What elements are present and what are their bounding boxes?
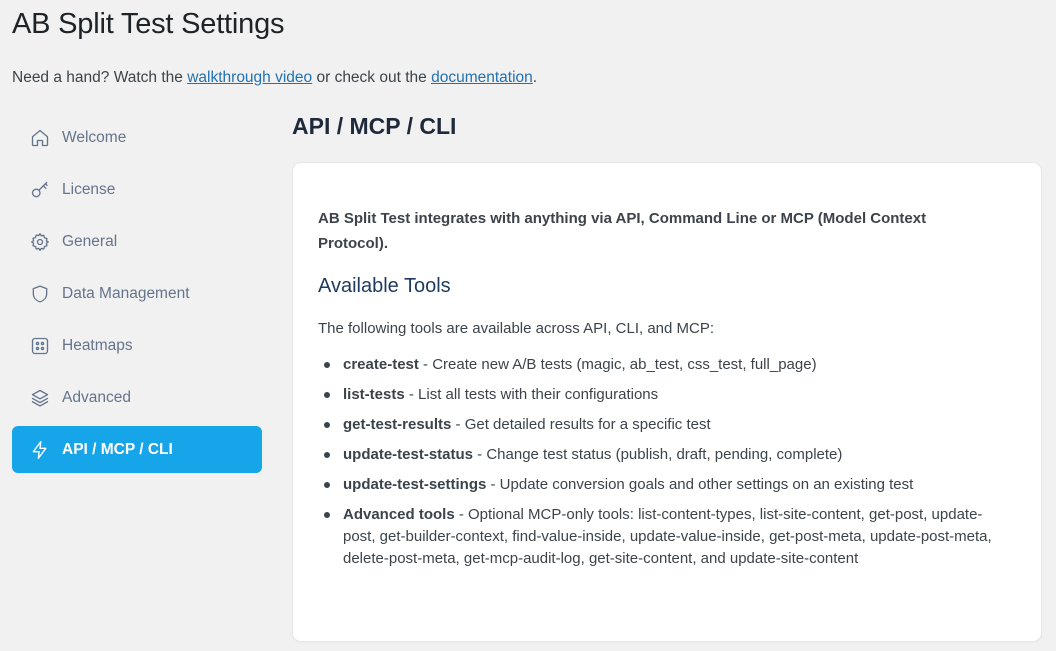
sidebar-item-license[interactable]: License	[12, 166, 262, 213]
tool-name: list-tests	[343, 386, 405, 403]
list-item: list-tests - List all tests with their c…	[324, 384, 1004, 406]
tool-name: update-test-settings	[343, 476, 487, 493]
gear-icon	[30, 232, 50, 252]
sidebar-item-label: Advanced	[62, 388, 131, 406]
sidebar-item-api-mcp-cli[interactable]: API / MCP / CLI	[12, 426, 262, 473]
tools-heading: Available Tools	[318, 275, 451, 297]
sidebar-item-advanced[interactable]: Advanced	[12, 374, 262, 421]
list-item: update-test-status - Change test status …	[324, 444, 1004, 466]
shield-icon	[30, 284, 50, 304]
sidebar-item-label: Heatmaps	[62, 336, 133, 354]
layers-icon	[30, 388, 50, 408]
documentation-link[interactable]: documentation	[431, 69, 533, 86]
help-line: Need a hand? Watch the walkthrough video…	[12, 69, 537, 87]
help-prefix: Need a hand? Watch the	[12, 69, 188, 86]
list-item: Advanced tools - Optional MCP-only tools…	[324, 504, 1004, 570]
sidebar-item-label: Welcome	[62, 128, 127, 146]
home-icon	[30, 128, 50, 148]
list-item: update-test-settings - Update conversion…	[324, 474, 1004, 496]
tool-list: create-test - Create new A/B tests (magi…	[318, 354, 1016, 570]
list-item: get-test-results - Get detailed results …	[324, 414, 1004, 436]
page-title: AB Split Test Settings	[12, 8, 285, 40]
section-title: API / MCP / CLI	[292, 113, 457, 139]
tool-name: update-test-status	[343, 446, 474, 463]
tool-description: - Update conversion goals and other sett…	[486, 476, 914, 493]
tools-description: The following tools are available across…	[318, 320, 715, 337]
tool-name: Advanced tools	[343, 506, 455, 523]
sidebar-item-heatmaps[interactable]: Heatmaps	[12, 322, 262, 369]
help-suffix: .	[532, 69, 538, 86]
sidebar-item-data-management[interactable]: Data Management	[12, 270, 262, 317]
sidebar-item-general[interactable]: General	[12, 218, 262, 265]
sidebar-item-welcome[interactable]: Welcome	[12, 114, 262, 161]
list-item: create-test - Create new A/B tests (magi…	[324, 354, 1004, 376]
lightning-icon	[30, 440, 50, 460]
key-icon	[30, 180, 50, 200]
tool-description: - List all tests with their configuratio…	[404, 386, 659, 403]
tool-description: - Change test status (publish, draft, pe…	[473, 446, 843, 463]
sidebar-item-label: General	[62, 232, 118, 250]
sidebar-item-label: License	[62, 180, 116, 198]
settings-sidebar: Welcome License General Data Management …	[12, 114, 262, 478]
help-middle: or check out the	[312, 69, 432, 86]
sidebar-item-label: API / MCP / CLI	[62, 440, 173, 458]
tool-description: - Get detailed results for a specific te…	[451, 416, 711, 433]
walkthrough-video-link[interactable]: walkthrough video	[187, 69, 312, 86]
api-info-card: AB Split Test integrates with anything v…	[293, 163, 1041, 641]
grid-icon	[30, 336, 50, 356]
intro-text: AB Split Test integrates with anything v…	[318, 210, 927, 252]
tool-description: - Create new A/B tests (magic, ab_test, …	[418, 356, 817, 373]
tool-name: get-test-results	[343, 416, 452, 433]
sidebar-item-label: Data Management	[62, 284, 190, 302]
tool-name: create-test	[343, 356, 419, 373]
